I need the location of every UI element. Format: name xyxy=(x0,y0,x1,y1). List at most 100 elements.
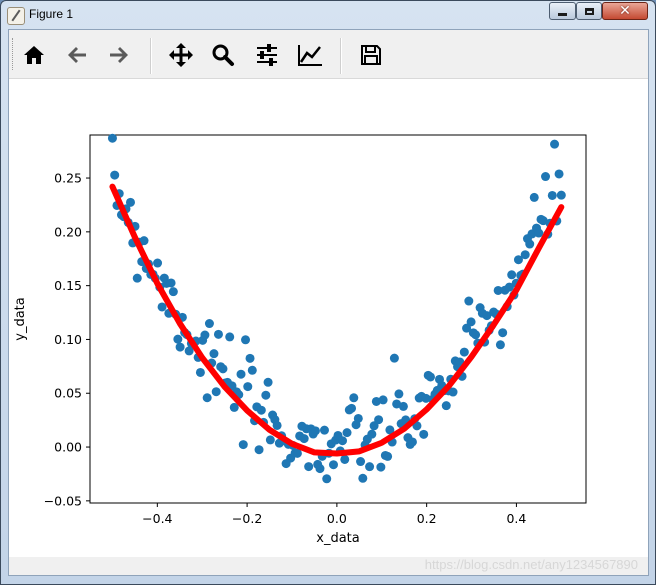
y-tick-label: −0.05 xyxy=(44,493,82,508)
matplotlib-app-icon xyxy=(7,7,25,25)
figure-client-area: −0.4 −0.2 0.0 0.2 0.4 −0.05 0.00 0.05 0.10 0.15 0… xyxy=(8,29,649,576)
scatter-point xyxy=(459,347,469,357)
maximize-button[interactable] xyxy=(576,2,602,20)
scatter-point xyxy=(554,169,564,179)
close-button[interactable]: ✕ xyxy=(602,2,648,20)
x-tick-label: 0.2 xyxy=(417,511,437,526)
watermark-text: https://blog.csdn.net/any1234567890 xyxy=(424,557,638,572)
edit-axis-button[interactable] xyxy=(293,39,327,71)
x-axis-label: x_data xyxy=(316,531,359,546)
subplots-sliders-icon xyxy=(257,44,277,66)
scatter-point xyxy=(389,353,399,363)
scatter-point xyxy=(243,382,253,392)
scatter-point xyxy=(356,457,366,467)
back-button[interactable] xyxy=(60,39,94,71)
figure-canvas[interactable]: −0.4 −0.2 0.0 0.2 0.4 −0.05 0.00 0.05 0.10 0.15 0… xyxy=(9,79,648,556)
scatter-point xyxy=(507,270,517,280)
x-tick-label: −0.2 xyxy=(232,511,262,526)
save-button[interactable] xyxy=(354,39,388,71)
scatter-point xyxy=(315,464,325,474)
scatter-point xyxy=(495,340,505,350)
scatter-point xyxy=(367,429,377,439)
scatter-point xyxy=(304,462,314,472)
back-arrow-icon xyxy=(68,47,86,63)
scatter-point xyxy=(441,401,451,411)
title-bar[interactable]: Figure 1 ✕ xyxy=(1,1,655,29)
edit-axis-line-icon xyxy=(298,45,322,66)
scatter-point xyxy=(236,369,246,379)
minimize-icon xyxy=(558,12,567,16)
forward-arrow-icon xyxy=(110,47,128,63)
save-floppy-icon xyxy=(361,45,381,65)
toolbar-separator xyxy=(340,38,342,74)
scatter-point xyxy=(353,413,363,423)
scatter-point xyxy=(261,390,271,400)
scatter-point xyxy=(419,429,429,439)
scatter-point xyxy=(125,197,135,207)
scatter-point xyxy=(175,342,185,352)
scatter-point xyxy=(225,332,235,342)
figure-window: Figure 1 ✕ −0.4 −0.2 0.0 0.2 0.4 −0.05 0… xyxy=(0,0,656,585)
scatter-point xyxy=(383,451,393,461)
scatter-point xyxy=(157,302,167,312)
scatter-point xyxy=(376,462,386,472)
scatter-point xyxy=(466,317,476,327)
chart[interactable]: −0.4 −0.2 0.0 0.2 0.4 −0.05 0.00 0.05 0.10 0.15 0… xyxy=(9,79,648,556)
zoom-button[interactable] xyxy=(206,39,240,71)
scatter-point xyxy=(110,170,120,180)
x-tick-label: −0.4 xyxy=(142,511,172,526)
scatter-point xyxy=(195,367,205,377)
scatter-point xyxy=(310,426,320,436)
scatter-point xyxy=(407,437,417,447)
scatter-point xyxy=(338,436,348,446)
status-bar: https://blog.csdn.net/any1234567890 xyxy=(9,557,648,575)
scatter-point xyxy=(272,420,282,430)
x-tick-label: 0.4 xyxy=(506,511,526,526)
window-title: Figure 1 xyxy=(29,7,74,21)
pan-button[interactable] xyxy=(164,39,198,71)
y-tick-label: 0.15 xyxy=(54,278,82,293)
scatter-point xyxy=(254,445,264,455)
scatter-point xyxy=(498,328,508,338)
configure-subplots-button[interactable] xyxy=(250,39,284,71)
minimize-button[interactable] xyxy=(549,2,576,20)
scatter-point xyxy=(342,428,352,438)
scatter-point xyxy=(209,349,219,359)
scatter-point xyxy=(556,190,566,200)
scatter-point xyxy=(394,389,404,399)
scatter-point xyxy=(328,460,338,470)
scatter-point xyxy=(211,387,221,397)
scatter-point xyxy=(471,330,481,340)
scatter-point xyxy=(349,393,359,403)
scatter-point xyxy=(107,133,117,143)
scatter-point xyxy=(398,401,408,411)
scatter-point xyxy=(166,278,176,288)
y-axis-label: y_data xyxy=(13,297,28,340)
scatter-point xyxy=(520,250,530,260)
scatter-point xyxy=(550,139,560,149)
scatter-point xyxy=(202,393,212,403)
y-axis: −0.05 0.00 0.05 0.10 0.15 0.20 0.25 xyxy=(44,171,90,508)
scatter-point xyxy=(299,434,309,444)
toolbar-grip[interactable] xyxy=(12,38,16,70)
scatter-point xyxy=(168,287,178,297)
y-tick-label: 0.00 xyxy=(54,440,82,455)
toolbar-separator xyxy=(150,38,152,74)
home-icon xyxy=(24,46,44,64)
scatter-point xyxy=(534,228,544,238)
scatter-point xyxy=(245,353,255,363)
forward-button[interactable] xyxy=(102,39,136,71)
scatter-point xyxy=(247,365,257,375)
zoom-magnifier-icon xyxy=(212,44,234,66)
scatter-point xyxy=(200,330,210,340)
maximize-icon xyxy=(584,7,594,15)
scatter-point xyxy=(547,190,557,200)
x-axis: −0.4 −0.2 0.0 0.2 0.4 xyxy=(142,503,526,526)
home-button[interactable] xyxy=(17,39,51,71)
x-tick-label: 0.0 xyxy=(327,511,347,526)
scatter-point xyxy=(256,405,266,415)
scatter-point xyxy=(204,319,214,329)
y-tick-label: 0.20 xyxy=(54,224,82,239)
scatter-point xyxy=(265,435,275,445)
scatter-point xyxy=(378,395,388,405)
